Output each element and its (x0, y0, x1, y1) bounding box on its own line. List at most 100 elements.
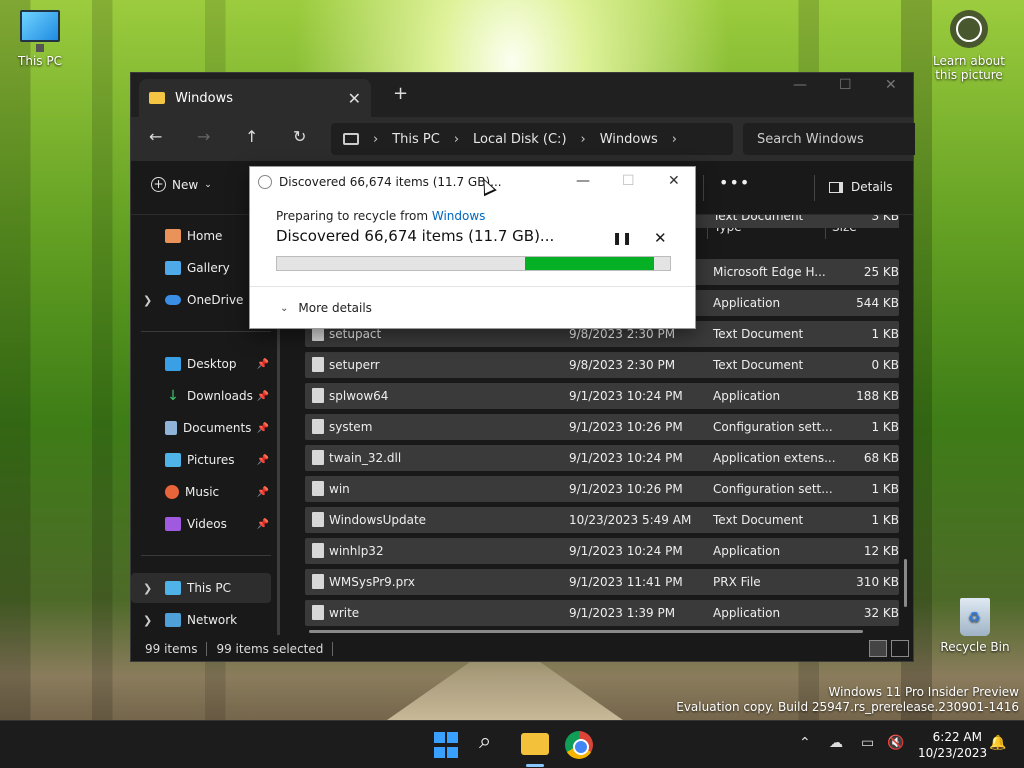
table-row[interactable]: write 9/1/2023 1:39 PM Application 32 KB (305, 600, 899, 626)
sidebar-item-network[interactable]: ❯ Network (131, 605, 271, 635)
breadcrumb-local-disk[interactable]: Local Disk (C:) (473, 132, 566, 147)
horizontal-scrollbar[interactable] (309, 630, 863, 633)
chevron-right-icon: › (373, 131, 379, 147)
sidebar-item-this-pc[interactable]: ❯ This PC (131, 573, 271, 603)
forward-button[interactable]: → (197, 127, 210, 146)
file-name: WMSysPr9.prx (329, 575, 415, 589)
vertical-scrollbar[interactable] (904, 559, 907, 607)
back-button[interactable]: ← (149, 127, 162, 146)
pin-icon: 📌 (256, 454, 269, 466)
up-button[interactable]: ↑ (245, 127, 258, 146)
learn-line2: this picture (935, 68, 1003, 82)
volume-muted-icon[interactable]: 🔇 (887, 735, 904, 751)
close-window-button[interactable]: ✕ (885, 77, 897, 93)
search-input[interactable]: Search Windows (743, 123, 915, 155)
notification-bell-icon[interactable]: 🔔 (989, 735, 1006, 751)
recycle-source-link[interactable]: Windows (432, 209, 486, 223)
home-icon (165, 229, 181, 243)
file-icon (312, 450, 324, 465)
tab-windows[interactable]: Windows ✕ (139, 79, 371, 117)
desktop-icon-recycle-bin[interactable]: ♻ Recycle Bin (935, 598, 1015, 654)
sidebar-item-documents[interactable]: Documents 📌 (131, 413, 271, 443)
sidebar-item-music[interactable]: Music 📌 (131, 477, 271, 507)
tab-label: Windows (175, 90, 234, 106)
chevron-right-icon: › (453, 131, 460, 147)
sidebar-item-label: Videos (187, 517, 227, 531)
search-icon[interactable]: ⌕ (479, 729, 507, 757)
tiles-view-icon[interactable] (891, 640, 909, 657)
file-size: 1 KB (871, 513, 899, 527)
table-row[interactable]: winhlp32 9/1/2023 10:24 PM Application 12 K… (305, 538, 899, 564)
file-name: setuperr (329, 358, 380, 372)
file-name: winhlp32 (329, 544, 384, 558)
table-row[interactable]: twain_32.dll 9/1/2023 10:24 PM Application… (305, 445, 899, 471)
display-tray-icon[interactable]: ▭ (861, 735, 874, 751)
chevron-right-icon[interactable]: ❯ (143, 294, 152, 307)
file-name: splwow64 (329, 389, 389, 403)
refresh-button[interactable]: ↻ (293, 127, 306, 146)
more-details-button[interactable]: ⌄ More details (280, 301, 372, 315)
cancel-operation-button[interactable]: ✕ (654, 229, 667, 247)
file-date: 9/1/2023 11:41 PM (569, 575, 683, 589)
table-row[interactable]: WMSysPr9.prx 9/1/2023 11:41 PM PRX File 310… (305, 569, 899, 595)
taskbar-clock[interactable]: 6:22 AM 10/23/2023 (918, 729, 988, 761)
dialog-close-button[interactable]: ✕ (668, 173, 680, 189)
watermark-line2: Evaluation copy. Build 25947.rs_prerelea… (676, 700, 1019, 714)
details-pane-icon (829, 181, 843, 193)
chevron-down-icon: ⌄ (204, 179, 212, 190)
file-size: 0 KB (871, 358, 899, 372)
start-button[interactable] (434, 732, 462, 760)
breadcrumb-this-pc[interactable]: This PC (392, 132, 440, 147)
table-row[interactable]: win 9/1/2023 10:26 PM Configuration sett..… (305, 476, 899, 502)
monitor-icon (20, 10, 60, 52)
file-size: 1 KB (871, 420, 899, 434)
file-icon (312, 512, 324, 527)
sidebar-item-videos[interactable]: Videos 📌 (131, 509, 271, 539)
file-explorer-taskbar-icon[interactable] (521, 733, 549, 755)
sidebar-item-desktop[interactable]: Desktop 📌 (131, 349, 271, 379)
sidebar-item-pictures[interactable]: Pictures 📌 (131, 445, 271, 475)
table-row[interactable]: WindowsUpdate 10/23/2023 5:49 AM Text Docu… (305, 507, 899, 533)
pin-icon: 📌 (256, 422, 269, 434)
file-name: setupact (329, 327, 382, 341)
status-divider (332, 642, 334, 656)
table-row[interactable]: splwow64 9/1/2023 10:24 PM Application 188 … (305, 383, 899, 409)
desktop-icon-this-pc[interactable]: This PC (0, 10, 80, 68)
network-tray-icon[interactable]: ☁ (829, 735, 843, 751)
wallpaper-path (380, 655, 630, 725)
learn-about-picture[interactable]: Learn about this picture (924, 10, 1014, 82)
chevron-right-icon[interactable]: ❯ (143, 582, 152, 595)
pin-icon: 📌 (256, 358, 269, 370)
file-date: 9/1/2023 10:24 PM (569, 544, 683, 558)
file-explorer-window: Windows ✕ + — ☐ ✕ ← → ↑ ↻ › This PC › Lo… (130, 72, 915, 662)
maximize-button[interactable]: ☐ (839, 77, 852, 93)
sidebar-item-downloads[interactable]: ↓ Downloads 📌 (131, 381, 271, 411)
chrome-icon[interactable] (565, 731, 593, 759)
close-tab-icon[interactable]: ✕ (348, 89, 361, 108)
clock-date: 10/23/2023 (918, 746, 988, 760)
pause-button[interactable]: ❚❚ (612, 231, 632, 245)
watermark-line1: Windows 11 Pro Insider Preview (828, 685, 1019, 699)
recycle-source: Preparing to recycle from Windows (276, 209, 671, 223)
minimize-button[interactable]: — (793, 77, 807, 93)
address-bar[interactable]: › This PC › Local Disk (C:) › Windows › (331, 123, 733, 155)
new-button[interactable]: + New ⌄ (151, 177, 212, 192)
show-hidden-icons-chevron-up-icon[interactable]: ⌃ (799, 735, 811, 751)
table-row[interactable]: setuperr 9/8/2023 2:30 PM Text Document 0 K… (305, 352, 899, 378)
file-name: WindowsUpdate (329, 513, 427, 527)
table-row[interactable]: system 9/1/2023 10:26 PM Configuration set… (305, 414, 899, 440)
details-pane-button[interactable]: Details (829, 180, 893, 194)
plus-circle-icon: + (151, 177, 166, 192)
breadcrumb-windows[interactable]: Windows (600, 132, 658, 147)
chevron-right-icon[interactable]: ❯ (143, 614, 152, 627)
monitor-icon (343, 133, 359, 145)
dialog-minimize-button[interactable]: — (576, 173, 590, 189)
more-options-button[interactable]: ••• (719, 173, 750, 192)
file-name: write (329, 606, 360, 620)
clock-time: 6:22 AM (932, 730, 982, 744)
new-tab-button[interactable]: + (393, 83, 408, 104)
new-button-label: New (172, 177, 199, 192)
details-view-icon[interactable] (869, 640, 887, 657)
status-bar: 99 items 99 items selected (131, 637, 915, 661)
more-details-label: More details (298, 301, 372, 315)
